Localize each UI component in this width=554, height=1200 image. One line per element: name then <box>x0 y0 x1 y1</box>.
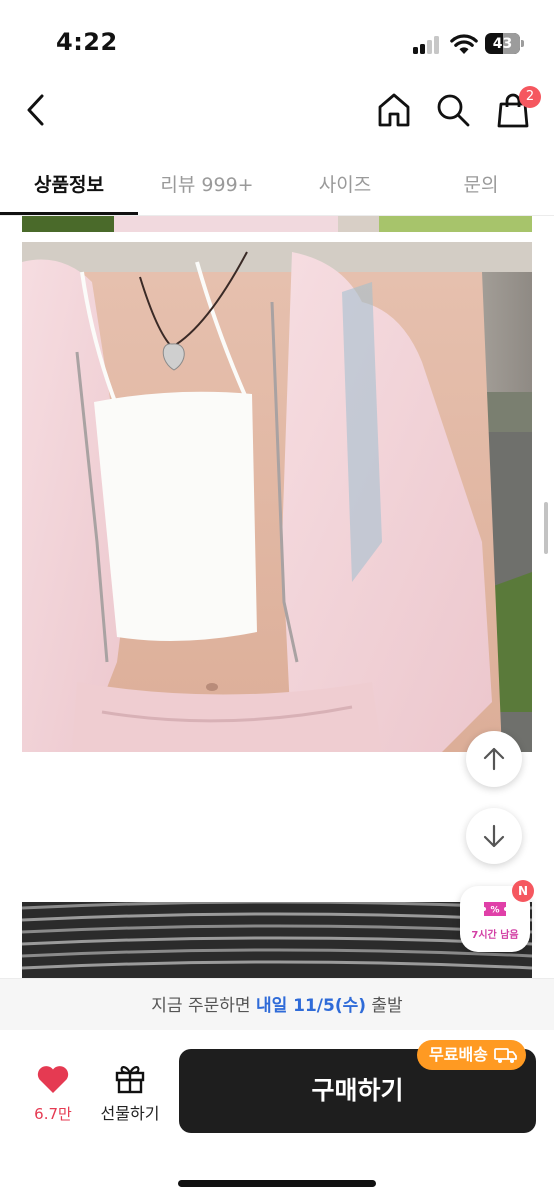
coupon-icon: % <box>484 902 506 916</box>
cart-count-badge: 2 <box>519 86 541 108</box>
wifi-icon <box>450 34 478 54</box>
tab-bar: 상품정보 리뷰 999+ 사이즈 문의 <box>0 158 554 216</box>
home-icon[interactable] <box>374 90 414 130</box>
arrow-down-icon <box>483 824 505 848</box>
battery-level: 43 <box>492 36 513 52</box>
tab-reviews[interactable]: 리뷰 999+ <box>138 170 276 200</box>
nav-header <box>0 80 554 142</box>
scrollbar[interactable] <box>544 502 548 554</box>
delivery-date: 내일 11/5(수) <box>255 996 367 1016</box>
tab-inquiry[interactable]: 문의 <box>414 170 548 200</box>
delivery-info-bar: 지금 주문하면 내일 11/5(수) 출발 <box>0 978 554 1030</box>
home-indicator[interactable] <box>178 1180 376 1187</box>
free-shipping-label: 무료배송 <box>429 1045 488 1064</box>
previous-product-image <box>22 216 532 232</box>
truck-icon <box>493 1048 517 1063</box>
next-product-image <box>22 902 532 978</box>
scroll-up-button[interactable] <box>466 731 522 787</box>
battery-icon: 43 <box>485 33 525 54</box>
gift-label[interactable]: 선물하기 <box>94 1100 166 1124</box>
like-count: 6.7만 <box>34 1105 72 1123</box>
gift-icon[interactable] <box>113 1062 147 1094</box>
tab-size[interactable]: 사이즈 <box>276 170 414 200</box>
heart-icon[interactable] <box>36 1064 70 1094</box>
tab-product-info[interactable]: 상품정보 <box>0 170 138 200</box>
product-photo <box>22 242 532 752</box>
arrow-up-icon <box>483 747 505 771</box>
delivery-suffix: 출발 <box>366 996 403 1016</box>
cellular-signal-icon <box>413 36 441 54</box>
scroll-down-button[interactable] <box>466 808 522 864</box>
delivery-prefix: 지금 주문하면 <box>151 996 256 1016</box>
status-bar: 4:22 43 <box>0 0 554 80</box>
back-icon[interactable] <box>18 88 58 132</box>
new-badge: N <box>512 880 534 902</box>
free-shipping-badge: 무료배송 <box>417 1040 526 1070</box>
status-time: 4:22 <box>56 28 118 56</box>
coupon-time-left: 7시간 남음 <box>471 930 519 941</box>
svg-text:%: % <box>490 906 499 916</box>
search-icon[interactable] <box>433 90 473 130</box>
active-tab-indicator <box>0 212 138 215</box>
